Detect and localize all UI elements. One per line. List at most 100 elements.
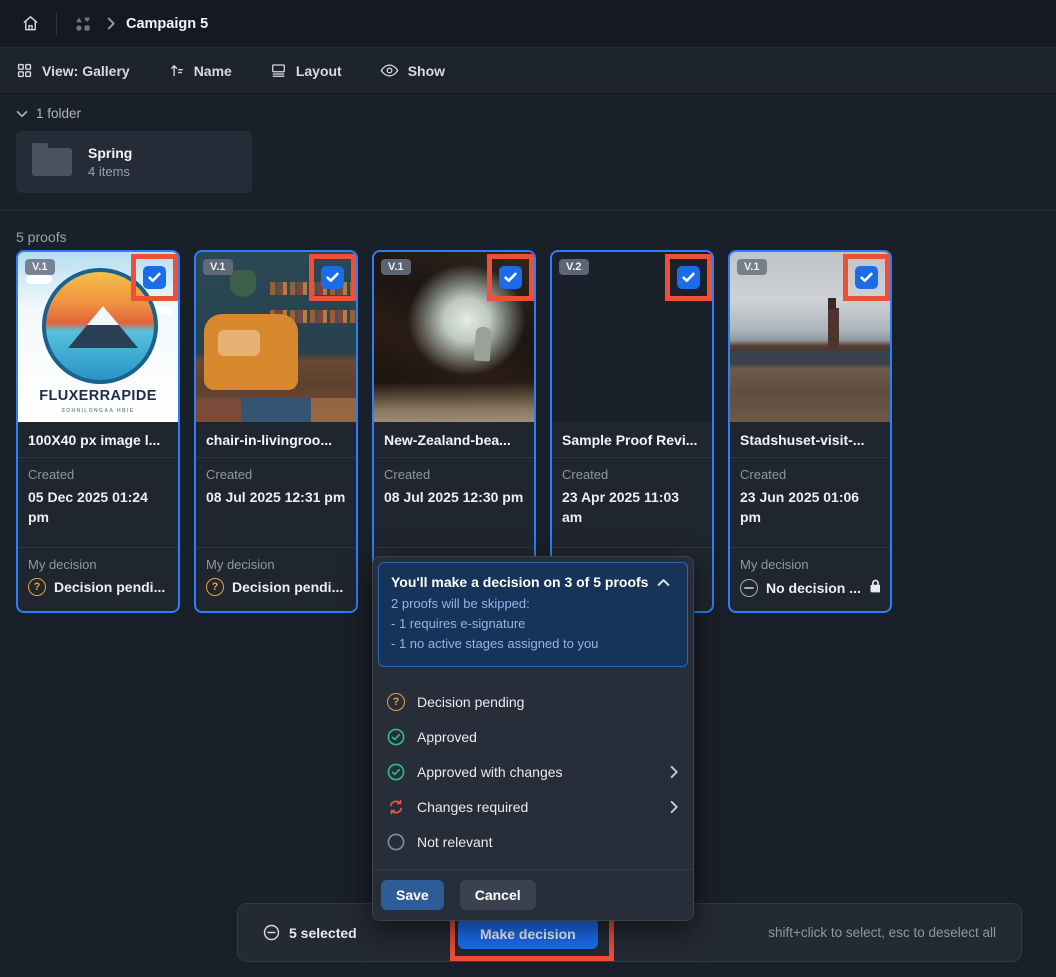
sand-art: [374, 382, 534, 422]
breadcrumb[interactable]: Campaign 5: [126, 16, 208, 32]
layout-icon: [270, 62, 287, 79]
proof-thumbnail: FLUXERRAPIDE SOHNILONGAA HBIE V.1: [18, 252, 178, 422]
lock-icon: [869, 578, 880, 597]
check-icon: [326, 272, 339, 283]
proof-card[interactable]: V.1 chair-in-livingroo... Created 08 Jul…: [194, 250, 358, 613]
home-icon[interactable]: [16, 10, 44, 38]
option-approved[interactable]: Approved: [373, 719, 693, 754]
rock-art: [474, 326, 492, 361]
check-icon: [682, 272, 695, 283]
plant-art: [230, 270, 256, 310]
approved-icon: [387, 728, 405, 746]
logo-text: FLUXERRAPIDE: [18, 388, 178, 404]
created-value: 23 Jun 2025 01:06 pm: [740, 488, 880, 527]
folder-item-count: 4 items: [88, 164, 132, 179]
selected-checkbox[interactable]: [677, 266, 700, 289]
decision-value: No decision ...: [766, 580, 861, 596]
check-icon: [504, 272, 517, 283]
proof-thumbnail: V.1: [196, 252, 356, 422]
chevron-right-icon: [670, 800, 679, 814]
version-badge: V.1: [25, 259, 55, 275]
proof-thumbnail: V.2: [552, 252, 712, 422]
sort-asc-icon: [168, 62, 185, 79]
popup-footer: Save Cancel: [373, 869, 693, 920]
divider: [0, 210, 1056, 211]
shapes-icon[interactable]: [69, 10, 97, 38]
approved-with-changes-icon: [387, 763, 405, 781]
selected-checkbox[interactable]: [499, 266, 522, 289]
skip-summary-line: 2 proofs will be skipped:: [391, 594, 675, 614]
version-badge: V.1: [737, 259, 767, 275]
changes-required-icon: [387, 798, 405, 816]
proof-title[interactable]: Sample Proof Revi...: [552, 422, 712, 458]
proof-card[interactable]: FLUXERRAPIDE SOHNILONGAA HBIE V.1 100X40…: [16, 250, 180, 613]
keyboard-hint: shift+click to select, esc to deselect a…: [768, 904, 996, 961]
decision-options-list: ? Decision pending Approved Approved wit…: [373, 672, 693, 863]
proof-title[interactable]: Stadshuset-visit-...: [730, 422, 890, 458]
decision-pending-icon: ?: [206, 578, 224, 596]
decision-summary-title: You'll make a decision on 3 of 5 proofs: [391, 574, 648, 590]
logo-subtext: SOHNILONGAA HBIE: [18, 408, 178, 414]
selected-checkbox[interactable]: [855, 266, 878, 289]
option-changes-required[interactable]: Changes required: [373, 789, 693, 824]
decision-pending-icon: ?: [387, 693, 405, 711]
proof-title[interactable]: New-Zealand-bea...: [374, 422, 534, 458]
cloud-art: [26, 274, 52, 284]
created-label: Created: [562, 467, 702, 482]
eye-icon: [380, 63, 399, 78]
divider: [56, 13, 57, 35]
chevron-right-icon: [670, 765, 679, 779]
app-window: Campaign 5 View: Gallery Name Layout Sho…: [0, 0, 1056, 977]
view-gallery-button[interactable]: View: Gallery: [16, 62, 130, 79]
proof-card[interactable]: V.1 Stadshuset-visit-... Created 23 Jun …: [728, 250, 892, 613]
save-button[interactable]: Save: [381, 880, 444, 910]
created-value: 23 Apr 2025 11:03 am: [562, 488, 702, 527]
logo-art: [42, 268, 158, 384]
show-button[interactable]: Show: [380, 63, 445, 79]
sort-name-button[interactable]: Name: [168, 62, 232, 79]
selected-checkbox[interactable]: [321, 266, 344, 289]
deselect-icon: [263, 924, 280, 941]
no-decision-icon: [740, 579, 758, 597]
skip-reason-line: - 1 requires e-signature: [391, 614, 675, 634]
tower-art: [828, 308, 839, 348]
proof-thumbnail: V.1: [730, 252, 890, 422]
folder-card-spring[interactable]: Spring 4 items: [16, 131, 252, 193]
check-icon: [860, 272, 873, 283]
top-bar: Campaign 5: [0, 0, 1056, 48]
proof-thumbnail: V.1: [374, 252, 534, 422]
folder-icon: [32, 148, 72, 176]
make-decision-button[interactable]: Make decision: [458, 918, 598, 949]
layout-button[interactable]: Layout: [270, 62, 342, 79]
version-badge: V.1: [381, 259, 411, 275]
created-value: 08 Jul 2025 12:31 pm: [206, 488, 346, 508]
option-not-relevant[interactable]: Not relevant: [373, 824, 693, 859]
rug-art: [196, 398, 356, 422]
chevron-down-icon: [16, 110, 28, 118]
tower-art: [828, 298, 836, 309]
view-toolbar: View: Gallery Name Layout Show: [0, 48, 1056, 94]
decision-summary-box: You'll make a decision on 3 of 5 proofs …: [378, 562, 688, 667]
selected-checkbox[interactable]: [143, 266, 166, 289]
created-value: 05 Dec 2025 01:24 pm: [28, 488, 168, 527]
folder-name: Spring: [88, 145, 132, 161]
proof-title[interactable]: chair-in-livingroo...: [196, 422, 356, 458]
created-value: 08 Jul 2025 12:30 pm: [384, 488, 524, 508]
created-label: Created: [206, 467, 346, 482]
decision-pending-icon: ?: [28, 578, 46, 596]
decision-label: My decision: [740, 557, 880, 572]
cancel-button[interactable]: Cancel: [460, 880, 536, 910]
not-relevant-icon: [387, 833, 405, 851]
option-approved-with-changes[interactable]: Approved with changes: [373, 754, 693, 789]
chevron-right-icon: [107, 17, 116, 30]
decision-summary-header[interactable]: You'll make a decision on 3 of 5 proofs: [391, 574, 675, 590]
option-decision-pending[interactable]: ? Decision pending: [373, 684, 693, 719]
folder-section-toggle[interactable]: 1 folder: [16, 106, 81, 121]
proof-title[interactable]: 100X40 px image l...: [18, 422, 178, 458]
version-badge: V.2: [559, 259, 589, 275]
cushion-art: [218, 330, 260, 356]
decision-value: Decision pendi...: [232, 579, 343, 595]
make-decision-popup: You'll make a decision on 3 of 5 proofs …: [372, 556, 694, 921]
chevron-up-icon: [657, 578, 670, 587]
created-label: Created: [384, 467, 524, 482]
